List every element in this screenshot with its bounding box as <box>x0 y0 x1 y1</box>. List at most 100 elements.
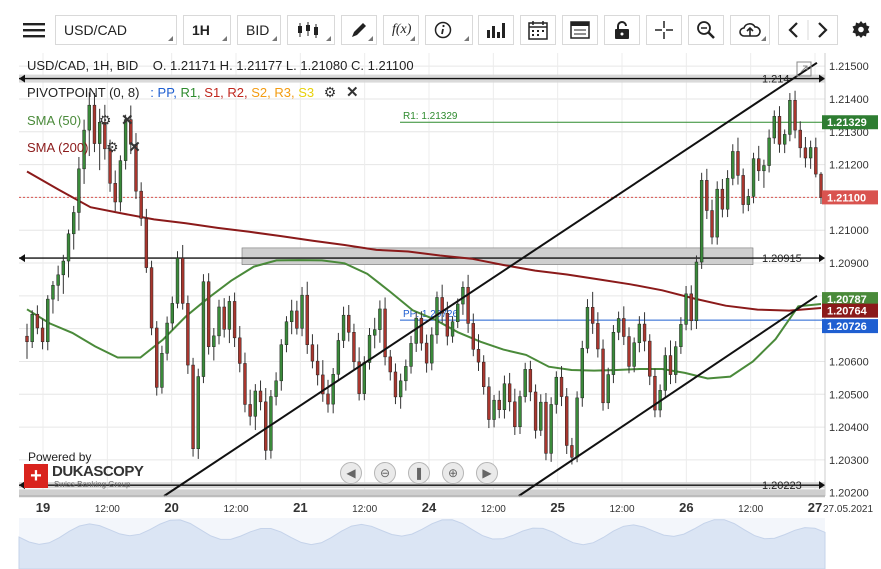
candle-body <box>206 281 211 347</box>
zoom-out-button[interactable]: ⊖ <box>374 462 396 484</box>
candle-body <box>186 303 190 366</box>
y-tick-label: 1.20200 <box>829 488 869 500</box>
candle-body <box>684 293 688 325</box>
candle-body <box>373 329 377 336</box>
candle-body <box>699 180 704 263</box>
candle-body <box>767 137 771 166</box>
candle-body <box>331 374 335 405</box>
y-tick-label: 1.20300 <box>829 455 869 467</box>
candle-body <box>196 376 200 449</box>
price-tag-label: 1.20726 <box>827 321 867 333</box>
candle-body <box>606 374 610 404</box>
candle-body <box>616 318 621 333</box>
candle-body <box>757 158 761 172</box>
pan-right-button[interactable]: ▶ <box>476 462 498 484</box>
candle-body <box>258 390 263 403</box>
sma50-settings-icon[interactable]: ⚙ <box>99 112 112 129</box>
candle-body <box>539 401 543 431</box>
candle-body <box>160 353 164 388</box>
candle-body <box>819 173 823 198</box>
candle-body <box>518 396 522 428</box>
pivot-legend: PIVOTPOINT (0, 8) : PP, R1, S1, R2, S2, … <box>27 83 359 101</box>
candle-body <box>492 399 496 420</box>
candle-body <box>523 369 527 397</box>
candle-body <box>502 383 507 410</box>
candle-body <box>487 386 491 420</box>
candle-body <box>409 343 413 367</box>
resistance-zone <box>241 247 754 265</box>
candle-body <box>362 362 366 394</box>
candle-body <box>450 321 455 337</box>
candle-body <box>798 129 802 149</box>
pivot-close-icon[interactable]: ✕ <box>346 83 359 101</box>
pivot-level-r3: R3, <box>274 85 299 100</box>
candle-body <box>580 348 584 399</box>
x-tick-label: 12:00 <box>223 504 248 515</box>
candle-body <box>668 355 673 375</box>
sma50-close-icon[interactable]: ✕ <box>121 111 134 129</box>
candle-body <box>637 323 642 344</box>
sma200-settings-icon[interactable]: ⚙ <box>106 139 119 156</box>
candle-body <box>341 314 346 341</box>
pivot-name: PIVOTPOINT (0, 8) <box>27 85 140 100</box>
candle-body <box>565 396 569 446</box>
candle-body <box>212 335 216 347</box>
candle-body <box>570 445 574 458</box>
candle-body <box>528 369 533 393</box>
swiss-cross-icon: + <box>24 464 48 488</box>
date-label: 27.05.2021 <box>823 504 873 515</box>
candle-body <box>248 404 252 417</box>
candle-body <box>414 317 418 344</box>
candle-body <box>300 294 304 329</box>
candle-body <box>611 332 616 375</box>
y-tick-label: 1.20500 <box>829 389 869 401</box>
x-tick-label: 25 <box>550 500 564 515</box>
candle-body <box>663 355 667 391</box>
pan-left-button[interactable]: ◀ <box>340 462 362 484</box>
candle-body <box>155 327 159 388</box>
logo-word: DUKASCOPY <box>52 463 144 480</box>
y-tick-label: 1.20600 <box>829 356 869 368</box>
pause-button[interactable]: ❚ <box>408 462 430 484</box>
candle-body <box>507 383 512 403</box>
candle-body <box>731 151 735 179</box>
y-tick-label: 1.21500 <box>829 61 869 73</box>
candle-body <box>622 318 626 337</box>
candle-body <box>482 361 486 387</box>
candle-body <box>404 366 408 382</box>
candle-body <box>77 168 81 213</box>
sma200-close-icon[interactable]: ✕ <box>128 138 141 156</box>
candle-body <box>746 196 751 205</box>
candle-body <box>336 340 341 375</box>
candle-body <box>803 147 808 159</box>
candle-body <box>575 397 579 458</box>
candle-body <box>741 175 745 205</box>
x-tick-label: 26 <box>679 500 693 515</box>
candle-body <box>679 324 683 347</box>
candle-body <box>35 313 40 329</box>
candle-body <box>279 344 283 382</box>
candle-body <box>725 178 730 210</box>
pivot-settings-icon[interactable]: ⚙ <box>324 84 337 101</box>
candle-body <box>710 210 714 238</box>
ohlc-values: O. 1.21171 H. 1.21177 L. 1.21080 C. 1.21… <box>152 58 414 73</box>
x-axis: 19 12:00 20 12:00 21 12:00 24 12:00 25 12:00 26 12:… <box>19 495 873 515</box>
candle-body <box>694 261 699 322</box>
pivot-level-s2: S2, <box>251 85 275 100</box>
candle-body <box>66 233 71 262</box>
candle-body <box>165 322 169 354</box>
candle-body <box>751 158 756 197</box>
pivot-level-r1: R1, <box>180 85 205 100</box>
zoom-in-button[interactable]: ⊕ <box>442 462 464 484</box>
candle-body <box>632 342 636 367</box>
candle-body <box>471 323 475 350</box>
price-tag-label: 1.21100 <box>827 192 866 204</box>
candle-body <box>227 301 232 330</box>
candle-body <box>393 371 398 398</box>
candle-body <box>305 294 309 345</box>
candle-body <box>762 165 766 172</box>
candle-body <box>430 334 434 364</box>
level-label: 1.20915 <box>762 253 802 265</box>
candle-body <box>352 332 356 363</box>
navigator[interactable] <box>18 518 826 569</box>
